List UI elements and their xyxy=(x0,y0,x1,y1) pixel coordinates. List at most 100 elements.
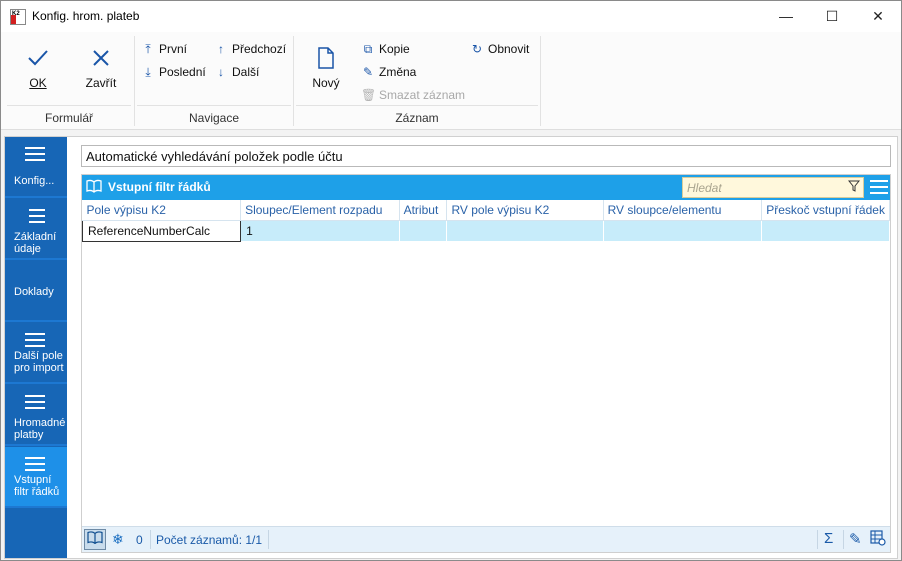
arrow-to-bottom-icon: ⤓ xyxy=(145,65,151,79)
app-logo-icon: K2 xyxy=(10,9,26,25)
panel-menu-icon[interactable] xyxy=(870,180,888,198)
group-divider xyxy=(137,105,291,106)
filter-icon[interactable] xyxy=(847,180,861,195)
column-header[interactable]: Pole výpisu K2 xyxy=(82,200,242,221)
minimize-button[interactable]: — xyxy=(763,1,809,32)
snowflake-icon[interactable]: ❄ xyxy=(112,531,124,548)
group-separator xyxy=(134,36,135,126)
next-label: Další xyxy=(232,65,260,79)
list-icon xyxy=(25,209,45,227)
column-header[interactable]: RV sloupce/elementu xyxy=(603,200,763,221)
side-navigation: Konfig... Základní údaje Doklady Další p… xyxy=(5,137,67,558)
close-form-label: Zavřít xyxy=(85,76,117,90)
hamburger-icon xyxy=(25,147,45,165)
status-separator xyxy=(268,530,269,549)
hamburger-icon xyxy=(25,333,45,351)
group-label-zaznam: Záznam xyxy=(395,111,439,125)
previous-label: Předchozí xyxy=(232,42,287,56)
title-bar: K2 Konfig. hrom. plateb — ☐ ✕ xyxy=(1,1,901,32)
change-label: Změna xyxy=(379,65,417,79)
nav-item-zakladni-udaje[interactable]: Základní údaje xyxy=(5,199,67,260)
search-placeholder: Hledat xyxy=(687,181,722,195)
table-cell[interactable] xyxy=(399,220,448,241)
copy-button[interactable]: ⧉ Kopie xyxy=(361,42,410,57)
table-cell[interactable] xyxy=(603,220,763,241)
close-window-button[interactable]: ✕ xyxy=(855,1,901,32)
nav-item-vstupni-filtr[interactable]: Vstupní filtr řádků xyxy=(5,447,67,508)
column-header[interactable]: Atribut xyxy=(399,200,448,221)
new-label: Nový xyxy=(312,76,340,90)
refresh-button[interactable]: ↻ Obnovit xyxy=(470,42,529,56)
table-cell[interactable] xyxy=(446,220,604,241)
nav-item-konfig[interactable]: Konfig... xyxy=(5,137,67,198)
book-view-icon[interactable] xyxy=(84,529,106,550)
arrow-up-icon: ↑ xyxy=(218,42,224,56)
table-cell[interactable] xyxy=(761,220,890,241)
close-form-button[interactable]: Zavřít xyxy=(79,46,123,90)
table-row[interactable]: ReferenceNumberCalc 1 xyxy=(81,219,890,242)
pencil-icon: ✎ xyxy=(362,65,374,79)
trash-icon: 🗑 xyxy=(361,88,377,102)
group-label-navigace: Navigace xyxy=(188,111,240,125)
book-icon xyxy=(86,179,102,196)
nav-item-dalsi-pole[interactable]: Další pole pro import xyxy=(5,323,67,384)
nav-item-label: Základní údaje xyxy=(14,231,57,255)
maximize-button[interactable]: ☐ xyxy=(809,1,855,32)
hamburger-icon xyxy=(25,395,45,413)
column-header[interactable]: Přeskoč vstupní řádek xyxy=(761,200,890,221)
status-separator xyxy=(150,530,151,549)
edit-icon[interactable]: ✎ xyxy=(849,530,862,548)
description-field[interactable]: Automatické vyhledávání položek podle úč… xyxy=(81,145,891,167)
arrow-down-icon: ↓ xyxy=(218,65,224,79)
grid-header-row: Pole výpisu K2 Sloupec/Element rozpadu A… xyxy=(82,200,890,221)
group-divider xyxy=(7,105,131,106)
table-settings-icon[interactable] xyxy=(870,530,886,550)
column-header[interactable]: RV pole výpisu K2 xyxy=(446,200,604,221)
checkmark-icon xyxy=(19,46,57,70)
nav-item-label: Doklady xyxy=(14,286,54,298)
group-separator xyxy=(293,36,294,126)
previous-record-button[interactable]: ↑ Předchozí xyxy=(214,42,286,56)
ribbon-toolbar: OK Zavřít Formulář ⤒ První ⤓ Poslední ↑ Pře… xyxy=(1,32,901,130)
delete-label: Smazat záznam xyxy=(379,88,466,102)
status-separator xyxy=(817,530,818,549)
input-filter-panel: Vstupní filtr řádků Hledat Pole výpisu K… xyxy=(81,174,891,553)
delete-record-button[interactable]: 🗑 Smazat záznam xyxy=(361,88,465,102)
window-title: Konfig. hrom. plateb xyxy=(32,9,140,23)
new-record-button[interactable]: Nový xyxy=(307,46,345,90)
data-grid: Pole výpisu K2 Sloupec/Element rozpadu A… xyxy=(81,200,890,242)
column-header[interactable]: Sloupec/Element rozpadu xyxy=(240,200,400,221)
group-divider xyxy=(296,105,538,106)
status-bar: ❄ 0 Počet záznamů: 1/1 Σ ✎ xyxy=(82,526,890,552)
status-separator xyxy=(843,530,844,549)
search-input[interactable]: Hledat xyxy=(682,177,864,198)
nav-item-label: Další pole pro import xyxy=(14,350,64,374)
last-record-button[interactable]: ⤓ Poslední xyxy=(141,65,205,80)
nav-item-label: Vstupní filtr řádků xyxy=(14,474,60,498)
nav-item-hromadne-platby[interactable]: Hromadné platby xyxy=(5,385,67,446)
panel-header: Vstupní filtr řádků Hledat xyxy=(82,175,890,200)
panel-title: Vstupní filtr řádků xyxy=(108,180,211,194)
filter-count: 0 xyxy=(136,533,143,547)
refresh-label: Obnovit xyxy=(488,42,530,56)
change-button[interactable]: ✎ Změna xyxy=(361,65,416,79)
copy-label: Kopie xyxy=(379,42,410,56)
first-record-button[interactable]: ⤒ První xyxy=(141,42,187,57)
group-separator xyxy=(540,36,541,126)
nav-item-doklady[interactable]: Doklady xyxy=(5,261,67,322)
next-record-button[interactable]: ↓ Další xyxy=(214,65,259,79)
nav-item-label: Hromadné platby xyxy=(14,417,66,441)
nav-item-label: Konfig... xyxy=(14,175,55,187)
app-window: K2 Konfig. hrom. plateb — ☐ ✕ OK Zavřít … xyxy=(0,0,902,561)
table-cell[interactable]: 1 xyxy=(240,220,400,241)
record-count: Počet záznamů: 1/1 xyxy=(156,533,263,547)
sum-icon[interactable]: Σ xyxy=(824,530,833,547)
main-content: Konfig... Základní údaje Doklady Další p… xyxy=(4,136,898,559)
first-label: První xyxy=(159,42,188,56)
ok-button[interactable]: OK xyxy=(19,46,57,90)
table-cell[interactable]: ReferenceNumberCalc xyxy=(81,219,242,242)
arrow-to-top-icon: ⤒ xyxy=(145,42,151,56)
group-label-formular: Formulář xyxy=(44,111,93,125)
copy-icon: ⧉ xyxy=(363,42,373,56)
new-document-icon xyxy=(307,46,345,70)
